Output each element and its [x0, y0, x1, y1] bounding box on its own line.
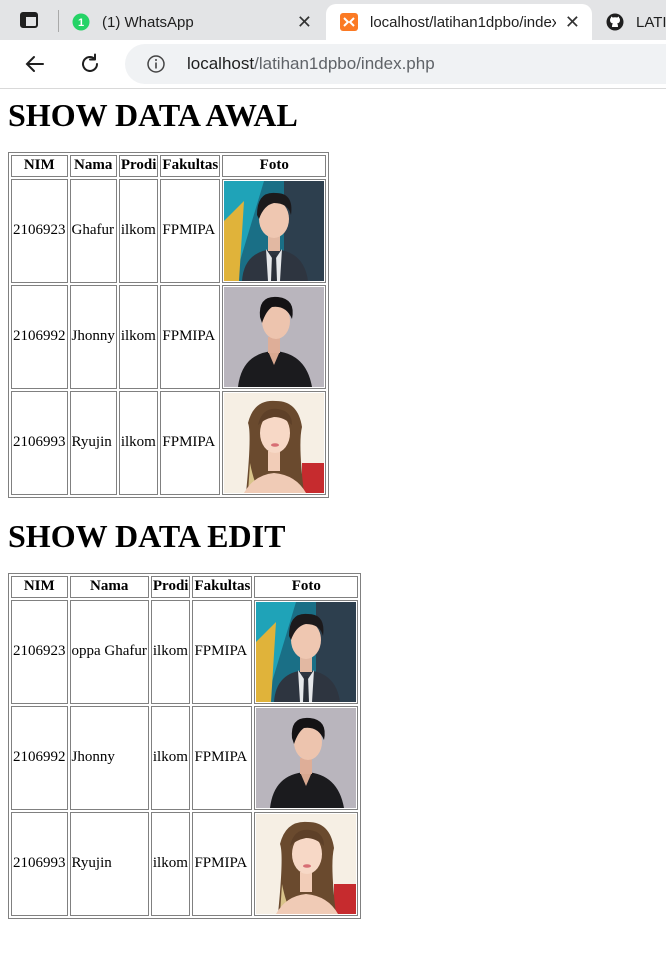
nim-cell: 2106992 — [11, 284, 68, 389]
url-host: localhost — [187, 54, 255, 73]
data-table-edit: NIM Nama Prodi Fakultas Foto 2106923 opp… — [8, 572, 362, 919]
column-header: Foto — [222, 154, 327, 177]
tab-title: (1) WhatsApp — [102, 13, 194, 31]
column-header: Fakultas — [192, 575, 253, 598]
prodi-cell: ilkom — [118, 284, 159, 389]
prodi-cell: ilkom — [150, 599, 191, 704]
prodi-cell: ilkom — [150, 811, 191, 916]
tab-github[interactable]: LATI — [594, 4, 666, 40]
section-heading: SHOW DATA AWAL — [8, 97, 298, 133]
whatsapp-icon: 1 — [72, 13, 90, 31]
close-icon[interactable]: ✕ — [297, 12, 312, 33]
nim-cell: 2106993 — [11, 390, 68, 495]
nim-cell: 2106992 — [11, 705, 68, 810]
column-header: Prodi — [118, 154, 159, 177]
nama-cell: Ryujin — [69, 390, 117, 495]
tab-divider — [58, 10, 59, 32]
portrait-woman-image — [224, 392, 325, 493]
column-header: NIM — [11, 154, 68, 177]
table-header-row: NIM Nama Prodi Fakultas Foto — [11, 154, 327, 177]
column-header: Foto — [254, 575, 359, 598]
table-row: 2106992 Jhonny ilkom FPMIPA — [11, 705, 359, 810]
column-header: Fakultas — [160, 154, 221, 177]
tab-bar: 1 (1) WhatsApp ✕ localhost/latihan1dpbo/… — [0, 0, 666, 40]
close-icon[interactable]: ✕ — [565, 12, 580, 33]
xampp-icon — [340, 13, 358, 31]
table-row: 2106993 Ryujin ilkom FPMIPA — [11, 811, 359, 916]
table-row: 2106993 Ryujin ilkom FPMIPA — [11, 390, 327, 495]
prodi-cell: ilkom — [118, 390, 159, 495]
table-row: 2106923 oppa Ghafur ilkom FPMIPA — [11, 599, 359, 704]
column-header: NIM — [11, 575, 68, 598]
column-header: Prodi — [150, 575, 191, 598]
fakultas-cell: FPMIPA — [192, 599, 253, 704]
nama-cell: Jhonny — [69, 705, 149, 810]
nama-cell: Ryujin — [69, 811, 149, 916]
prodi-cell: ilkom — [150, 705, 191, 810]
url-path: /latihan1dpbo/index.php — [254, 54, 435, 73]
fakultas-cell: FPMIPA — [192, 811, 253, 916]
nim-cell: 2106923 — [11, 178, 68, 283]
portrait-man-suit-image — [256, 601, 357, 702]
fakultas-cell: FPMIPA — [160, 284, 221, 389]
url-text: localhost/latihan1dpbo/index.php — [187, 54, 435, 74]
back-arrow-icon[interactable] — [21, 50, 49, 78]
tab-whatsapp[interactable]: 1 (1) WhatsApp ✕ — [72, 4, 324, 40]
foto-cell — [222, 178, 327, 283]
data-table-awal: NIM Nama Prodi Fakultas Foto 2106923 Gha… — [8, 151, 330, 498]
portrait-man-suit-image — [224, 180, 325, 281]
browser-toolbar: localhost/latihan1dpbo/index.php — [0, 40, 666, 89]
tab-title: LATI — [636, 13, 666, 31]
svg-text:1: 1 — [78, 17, 84, 29]
nim-cell: 2106923 — [11, 599, 68, 704]
prodi-cell: ilkom — [118, 178, 159, 283]
nama-cell: Ghafur — [69, 178, 117, 283]
tab-actions-icon[interactable] — [16, 8, 42, 32]
page-content: SHOW DATA AWAL NIM Nama Prodi Fakultas F… — [8, 89, 658, 919]
table-row: 2106923 Ghafur ilkom FPMIPA — [11, 178, 327, 283]
column-header: Nama — [69, 154, 117, 177]
reload-icon[interactable] — [76, 50, 104, 78]
fakultas-cell: FPMIPA — [192, 705, 253, 810]
nama-cell: Jhonny — [69, 284, 117, 389]
portrait-woman-image — [256, 813, 357, 914]
tab-localhost[interactable]: localhost/latihan1dpbo/index ✕ — [326, 4, 592, 40]
info-icon[interactable] — [147, 55, 165, 73]
fakultas-cell: FPMIPA — [160, 390, 221, 495]
github-icon — [606, 13, 624, 31]
table-row: 2106992 Jhonny ilkom FPMIPA — [11, 284, 327, 389]
address-bar[interactable]: localhost/latihan1dpbo/index.php — [125, 44, 666, 84]
fakultas-cell: FPMIPA — [160, 178, 221, 283]
portrait-man-black-image — [256, 707, 357, 808]
foto-cell — [254, 599, 359, 704]
foto-cell — [254, 705, 359, 810]
foto-cell — [222, 284, 327, 389]
foto-cell — [254, 811, 359, 916]
tab-title: localhost/latihan1dpbo/index — [370, 13, 556, 31]
nama-cell: oppa Ghafur — [69, 599, 149, 704]
section-heading: SHOW DATA EDIT — [8, 517, 286, 554]
table-header-row: NIM Nama Prodi Fakultas Foto — [11, 575, 359, 598]
column-header: Nama — [69, 575, 149, 598]
portrait-man-black-image — [224, 286, 325, 387]
foto-cell — [222, 390, 327, 495]
nim-cell: 2106993 — [11, 811, 68, 916]
